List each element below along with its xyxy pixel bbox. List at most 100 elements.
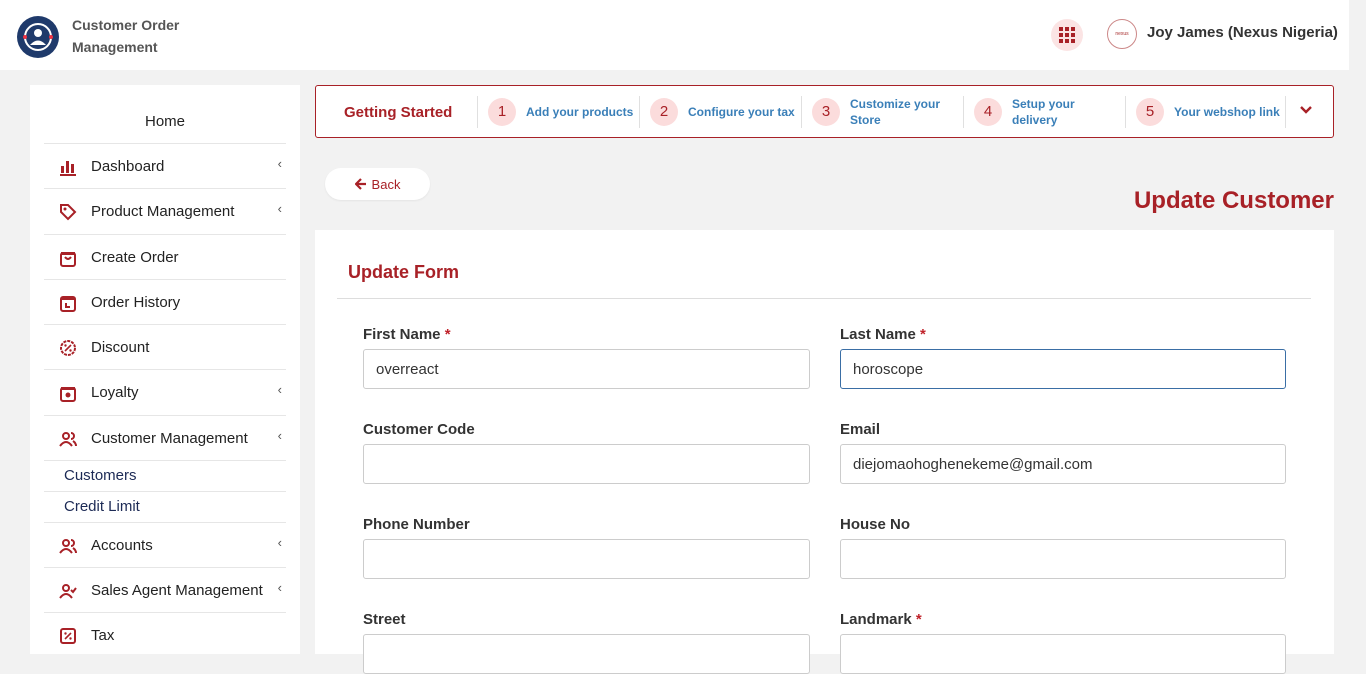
- back-button-label: Back: [371, 176, 401, 192]
- grid-icon: [1059, 27, 1075, 43]
- step-label: Add your products: [526, 104, 634, 119]
- sidebar-item-label: Product Management: [91, 203, 235, 220]
- customer-code-input[interactable]: [363, 444, 810, 484]
- sidebar-item-label: Order History: [91, 294, 181, 311]
- avatar-logo-text: nexus: [1115, 31, 1129, 37]
- step-number: 5: [1136, 97, 1164, 126]
- app-title: Customer Order Management: [72, 17, 180, 55]
- step-configure-tax[interactable]: 2 Configure your tax: [650, 86, 798, 137]
- chevron-left-icon: ‹: [277, 428, 282, 443]
- sidebar-item-label: Customer Management: [91, 430, 248, 447]
- sidebar-item-dashboard[interactable]: Dashboard ‹: [44, 143, 286, 189]
- sidebar-item-create-order[interactable]: Create Order: [44, 234, 286, 280]
- user-avatar[interactable]: nexus: [1107, 19, 1137, 49]
- chevron-left-icon: ‹: [277, 382, 282, 397]
- sidebar-item-discount[interactable]: Discount: [44, 324, 286, 370]
- first-name-label: First Name *: [363, 326, 451, 343]
- getting-started-bar: Getting Started 1 Add your products 2 Co…: [315, 85, 1334, 138]
- street-label: Street: [363, 611, 406, 628]
- gift-icon: [58, 383, 78, 403]
- percent-icon: [58, 626, 78, 646]
- last-name-label-text: Last Name: [840, 326, 916, 343]
- sidebar-item-home[interactable]: Home: [30, 113, 300, 130]
- step-label: Your webshop link: [1174, 104, 1280, 119]
- chevron-left-icon: ‹: [277, 156, 282, 171]
- step-number: 1: [488, 97, 516, 126]
- bar-chart-icon: [58, 157, 78, 177]
- form-divider: [337, 298, 1311, 299]
- users-icon: [58, 429, 78, 449]
- step-divider: [477, 96, 478, 128]
- sidebar-item-customer-management[interactable]: Customer Management ‹: [44, 415, 286, 461]
- last-name-input[interactable]: [840, 349, 1286, 389]
- sidebar-item-product-management[interactable]: Product Management ‹: [44, 188, 286, 234]
- sidebar-item-tax[interactable]: Tax: [44, 612, 286, 658]
- step-label: Setup your delivery: [1012, 96, 1075, 127]
- back-button[interactable]: Back: [325, 168, 430, 200]
- step-webshop-link[interactable]: 5 Your webshop link: [1136, 86, 1284, 137]
- step-divider: [1125, 96, 1126, 128]
- step-number: 3: [812, 97, 840, 126]
- step-divider: [963, 96, 964, 128]
- first-name-input[interactable]: [363, 349, 810, 389]
- sidebar-item-label: Discount: [91, 339, 150, 356]
- order-history-icon: [58, 293, 78, 313]
- getting-started-title: Getting Started: [344, 104, 453, 121]
- sidebar-subitem-credit-limit[interactable]: Credit Limit: [44, 491, 286, 521]
- phone-number-label: Phone Number: [363, 516, 470, 533]
- chevron-left-icon: ‹: [277, 580, 282, 595]
- required-marker: *: [444, 326, 451, 343]
- step-add-products[interactable]: 1 Add your products: [488, 86, 636, 137]
- steps-expand-button[interactable]: [1299, 103, 1313, 122]
- required-marker: *: [915, 611, 922, 628]
- sidebar: Home Dashboard ‹ Product Management ‹ Cr…: [30, 85, 300, 654]
- app-logo[interactable]: [17, 16, 59, 58]
- house-no-label: House No: [840, 516, 911, 533]
- step-divider: [1285, 96, 1286, 128]
- logo-icon: [19, 18, 57, 56]
- sidebar-subitem-customers[interactable]: Customers: [44, 460, 286, 490]
- user-check-icon: [58, 581, 78, 601]
- sidebar-item-accounts[interactable]: Accounts ‹: [44, 522, 286, 568]
- chevron-left-icon: ‹: [277, 535, 282, 550]
- step-number: 2: [650, 97, 678, 126]
- step-divider: [639, 96, 640, 128]
- discount-icon: [58, 338, 78, 358]
- user-name[interactable]: Joy James (Nexus Nigeria): [1147, 24, 1338, 41]
- chevron-left-icon: ‹: [277, 201, 282, 216]
- sidebar-item-order-history[interactable]: Order History: [44, 279, 286, 325]
- last-name-label: Last Name *: [840, 326, 926, 343]
- landmark-input[interactable]: [840, 634, 1286, 674]
- required-marker: *: [920, 326, 926, 343]
- sidebar-item-label: Dashboard: [91, 158, 165, 175]
- step-label: Configure your tax: [688, 104, 795, 119]
- step-setup-delivery[interactable]: 4 Setup your delivery: [974, 86, 1092, 137]
- chevron-down-icon: [1300, 106, 1312, 114]
- first-name-label-text: First Name: [363, 326, 441, 343]
- sidebar-item-label: Accounts: [91, 537, 153, 554]
- shopping-bag-icon: [58, 248, 78, 268]
- sidebar-item-sales-agent-management[interactable]: Sales Agent Management ‹: [44, 567, 286, 613]
- sidebar-item-label: Tax: [91, 627, 115, 644]
- form-title: Update Form: [348, 262, 460, 282]
- step-number: 4: [974, 97, 1002, 126]
- step-label: Customize your Store: [850, 96, 941, 127]
- street-input[interactable]: [363, 634, 810, 674]
- landmark-label: Landmark *: [840, 611, 922, 628]
- email-label: Email: [840, 421, 881, 438]
- arrow-left-icon: [354, 178, 366, 190]
- apps-grid-button[interactable]: [1051, 19, 1083, 51]
- top-bar: Customer Order Management nexus Joy Jame…: [0, 0, 1349, 70]
- email-input[interactable]: [840, 444, 1286, 484]
- sidebar-item-loyalty[interactable]: Loyalty ‹: [44, 369, 286, 415]
- users-icon: [58, 536, 78, 556]
- page-title: Update Customer: [1133, 187, 1334, 214]
- step-customize-store[interactable]: 3 Customize your Store: [812, 86, 945, 137]
- update-form-card: Update Form First Name * Last Name * Cus…: [315, 230, 1334, 674]
- sidebar-item-label: Create Order: [91, 249, 179, 266]
- landmark-label-text: Landmark: [840, 611, 912, 628]
- phone-number-input[interactable]: [363, 539, 810, 579]
- house-no-input[interactable]: [840, 539, 1286, 579]
- step-divider: [801, 96, 802, 128]
- sidebar-item-label: Loyalty: [91, 384, 139, 401]
